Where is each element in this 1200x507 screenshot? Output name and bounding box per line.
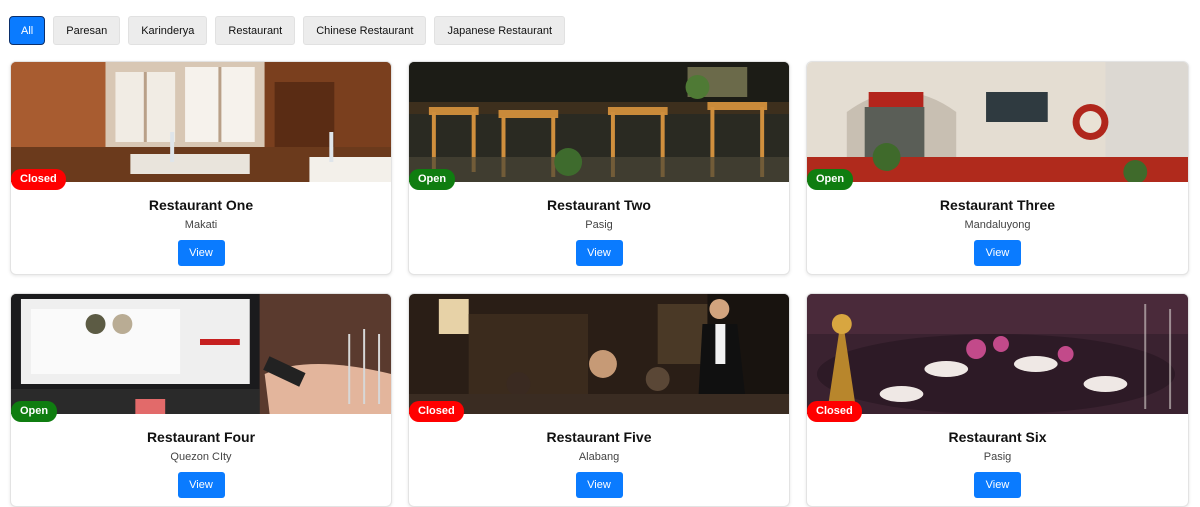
restaurant-card: Open Restaurant Three Mandaluyong View — [806, 61, 1189, 275]
restaurant-location: Pasig — [983, 451, 1012, 463]
restaurant-card: Closed Restaurant One Makati View — [10, 61, 392, 275]
status-badge: Open — [11, 401, 58, 422]
status-badge: Closed — [409, 401, 464, 422]
view-button[interactable]: View — [177, 472, 225, 498]
filter-japanese-restaurant-button[interactable]: Japanese Restaurant — [434, 16, 566, 45]
restaurant-name: Restaurant Three — [939, 197, 1056, 213]
filter-karinderya-button[interactable]: Karinderya — [128, 16, 208, 45]
status-badge: Open — [409, 169, 456, 190]
restaurant-photo — [807, 294, 1188, 414]
view-button[interactable]: View — [575, 472, 623, 498]
restaurant-name: Restaurant Six — [948, 429, 1047, 445]
restaurant-grid: Closed Restaurant One Makati View Open R… — [10, 61, 1189, 507]
filter-chinese-restaurant-button[interactable]: Chinese Restaurant — [303, 16, 427, 45]
restaurant-photo — [11, 294, 391, 414]
restaurant-name: Restaurant Four — [146, 429, 256, 445]
view-button[interactable]: View — [974, 472, 1021, 498]
filter-paresan-button[interactable]: Paresan — [53, 16, 121, 45]
restaurant-location: Quezon CIty — [170, 451, 232, 463]
restaurant-location: Mandaluyong — [964, 219, 1031, 231]
status-badge: Closed — [11, 169, 66, 190]
restaurant-photo — [807, 62, 1188, 182]
view-button[interactable]: View — [974, 240, 1021, 266]
restaurant-location: Pasig — [585, 219, 613, 231]
restaurant-card: Open Restaurant Four Quezon CIty View — [10, 293, 392, 507]
restaurant-card: Closed Restaurant Five Alabang View — [408, 293, 790, 507]
restaurant-name: Restaurant One — [148, 197, 254, 213]
status-badge: Closed — [807, 401, 862, 422]
restaurant-location: Alabang — [578, 451, 620, 463]
category-filter-bar: All Paresan Karinderya Restaurant Chines… — [9, 16, 566, 45]
restaurant-card: Open Restaurant Two Pasig View — [408, 61, 790, 275]
view-button[interactable]: View — [575, 240, 623, 266]
restaurant-name: Restaurant Five — [546, 429, 652, 445]
restaurant-name: Restaurant Two — [547, 197, 651, 213]
restaurant-photo — [11, 62, 391, 182]
restaurant-photo — [409, 62, 789, 182]
filter-restaurant-button[interactable]: Restaurant — [215, 16, 296, 45]
restaurant-location: Makati — [184, 219, 218, 231]
restaurant-card: Closed Restaurant Six Pasig View — [806, 293, 1189, 507]
restaurant-photo — [409, 294, 789, 414]
view-button[interactable]: View — [177, 240, 225, 266]
status-badge: Open — [807, 169, 854, 190]
filter-all-button[interactable]: All — [9, 16, 46, 45]
